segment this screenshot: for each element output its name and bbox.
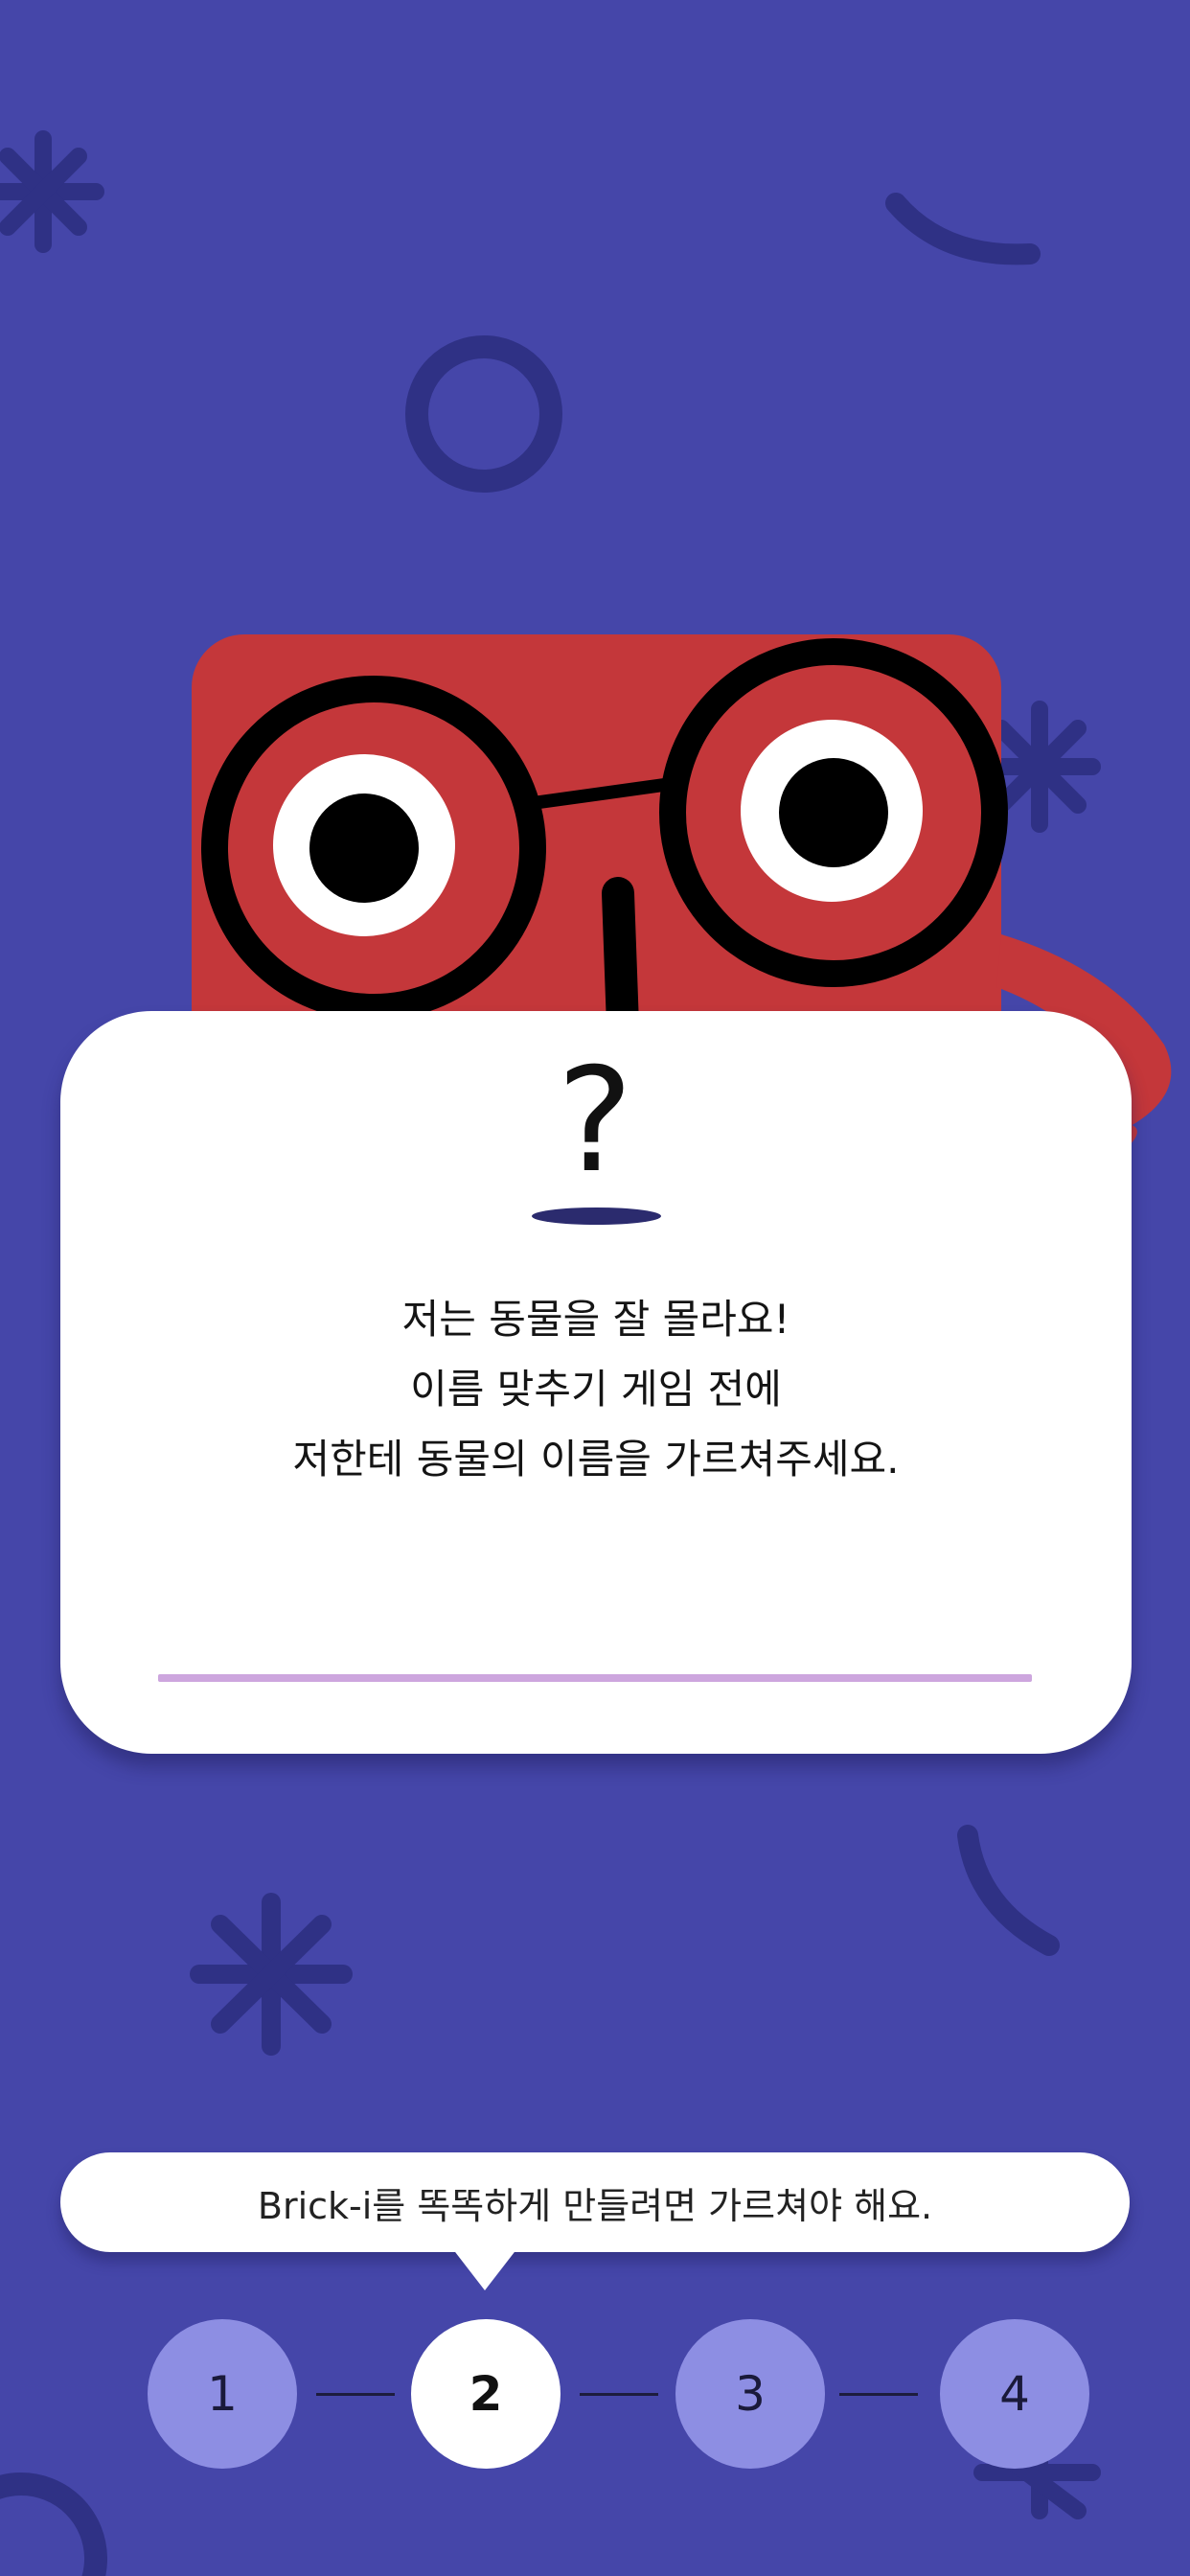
hint-text: Brick-i를 똑똑하게 만들려면 가르쳐야 해요.	[257, 2184, 933, 2227]
step-label: 3	[735, 2366, 766, 2422]
asterisk-icon	[190, 1893, 353, 2056]
step-3[interactable]: 3	[675, 2319, 825, 2469]
question-mark-icon: ?	[557, 1038, 633, 1205]
step-connector	[839, 2393, 918, 2396]
arc-icon	[957, 1825, 1060, 1956]
nose-icon	[602, 877, 639, 1042]
hint-bubble: Brick-i를 똑똑하게 만들려면 가르쳐야 해요.	[60, 2152, 1130, 2252]
step-label: 2	[469, 2366, 503, 2422]
ring-icon	[0, 2472, 107, 2576]
question-mark-shadow	[532, 1208, 661, 1225]
step-connector	[580, 2393, 658, 2396]
message-line: 이름 맞추기 게임 전에	[410, 1366, 782, 1413]
hint-bubble-tail	[452, 2248, 517, 2290]
message-line: 저는 동물을 잘 몰라요!	[401, 1296, 790, 1343]
eye-right-icon	[741, 720, 923, 902]
step-connector	[316, 2393, 395, 2396]
step-1[interactable]: 1	[148, 2319, 297, 2469]
step-label: 1	[207, 2366, 238, 2422]
eye-left-icon	[273, 754, 455, 936]
step-4[interactable]: 4	[940, 2319, 1089, 2469]
step-label: 4	[999, 2366, 1030, 2422]
message-line: 저한테 동물의 이름을 가르쳐주세요.	[292, 1436, 900, 1483]
card-divider-bar	[158, 1674, 1032, 1682]
card-message: 저는 동물을 잘 몰라요! 이름 맞추기 게임 전에 저한테 동물의 이름을 가…	[60, 1284, 1132, 1494]
step-2[interactable]: 2	[411, 2319, 561, 2469]
